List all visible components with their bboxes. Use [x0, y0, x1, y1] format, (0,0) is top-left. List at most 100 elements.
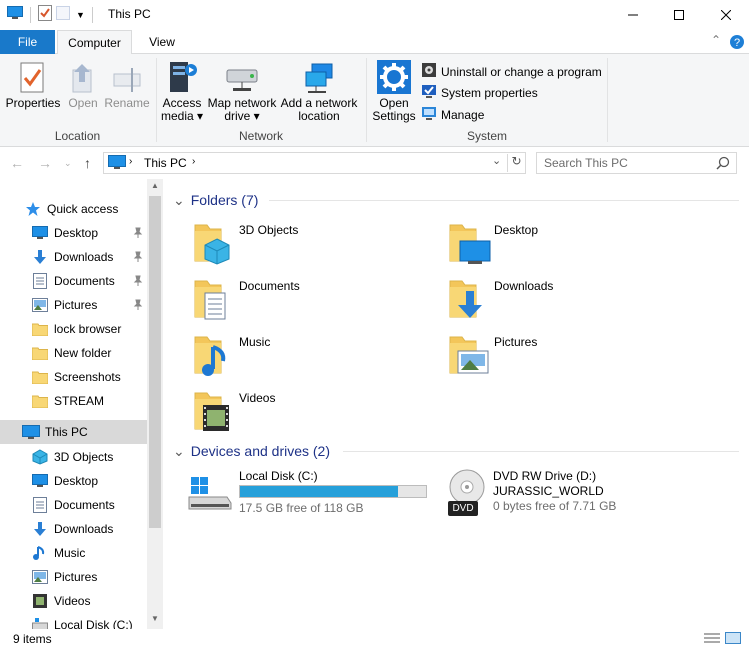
chevron-right-icon[interactable]: › — [192, 156, 195, 167]
dvd-badge: DVD — [448, 501, 478, 516]
nav-pc-downloads[interactable]: Downloads — [0, 517, 147, 541]
back-arrow-icon[interactable]: ← — [10, 155, 24, 171]
large-icons-view-icon[interactable] — [725, 632, 741, 647]
nav-item-label: Pictures — [54, 298, 98, 312]
nav-scrollbar[interactable]: ▲ ▼ — [147, 179, 163, 629]
nav-pc-3d-objects[interactable]: 3D Objects — [0, 445, 147, 469]
up-arrow-icon[interactable]: ↑ — [84, 155, 91, 171]
customize-toolbar-icon[interactable]: ▼ — [76, 10, 85, 20]
search-input[interactable]: Search This PC — [536, 152, 737, 174]
gear-icon — [377, 58, 411, 94]
recent-locations-icon[interactable]: ⌄ — [64, 158, 72, 169]
address-bar[interactable]: › This PC › ⌄ ↻ — [103, 152, 526, 174]
nav-pc-local-disk-c-[interactable]: Local Disk (C:) — [0, 613, 147, 629]
add-network-location-button[interactable]: Add a network location — [280, 58, 358, 123]
scroll-up-icon[interactable]: ▲ — [151, 181, 159, 190]
folder-desktop[interactable]: Desktop — [446, 217, 686, 269]
nav-pc-desktop[interactable]: Desktop — [0, 469, 147, 493]
help-icon[interactable]: ? — [729, 34, 745, 53]
properties-button[interactable]: Properties — [4, 58, 62, 110]
folders-section-header[interactable]: ⌄ Folders (7) — [173, 190, 258, 210]
maximize-button[interactable] — [656, 0, 702, 30]
chevron-up-icon[interactable]: ⌃ — [711, 33, 721, 47]
tab-file[interactable]: File — [0, 30, 55, 54]
folder-3d-objects[interactable]: 3D Objects — [191, 217, 431, 269]
folder-documents[interactable]: Documents — [191, 273, 431, 325]
documents-icon — [31, 497, 49, 513]
drives-section-header[interactable]: ⌄ Devices and drives (2) — [173, 441, 330, 461]
desktop-folder-icon — [446, 217, 494, 265]
music-folder-icon — [191, 329, 239, 377]
pictures-icon — [31, 298, 49, 312]
nav-pc-videos[interactable]: Videos — [0, 589, 147, 613]
pin-icon[interactable] — [133, 251, 143, 266]
close-button[interactable] — [703, 0, 749, 30]
new-folder-icon[interactable] — [56, 6, 72, 23]
documents-folder-icon — [191, 273, 239, 321]
nav-quick-screenshots[interactable]: Screenshots — [0, 365, 147, 389]
computer-icon[interactable] — [7, 6, 23, 23]
tab-computer[interactable]: Computer — [57, 30, 132, 55]
refresh-icon[interactable]: ↻ — [507, 154, 525, 172]
drive-c-free-space: 17.5 GB free of 118 GB — [239, 501, 364, 515]
folder-label: Videos — [239, 391, 276, 405]
access-media-button[interactable]: Access media ▾ — [159, 58, 205, 123]
system-properties-button[interactable]: System properties — [421, 83, 538, 102]
nav-quick-access[interactable]: Quick access — [0, 197, 147, 221]
folder-pictures[interactable]: Pictures — [446, 329, 686, 381]
nav-quick-lock-browser[interactable]: lock browser — [0, 317, 147, 341]
desktop-icon — [31, 226, 49, 240]
map-network-drive-button[interactable]: Map network drive ▾ — [206, 58, 278, 123]
pin-icon[interactable] — [133, 275, 143, 290]
rename-button[interactable]: Rename — [104, 58, 150, 110]
nav-item-label: Downloads — [54, 522, 114, 536]
videos-icon — [31, 593, 49, 609]
nav-this-pc[interactable]: This PC — [0, 420, 147, 444]
nav-quick-desktop[interactable]: Desktop — [0, 221, 147, 245]
details-view-icon[interactable] — [704, 632, 720, 647]
nav-item-label: Local Disk (C:) — [54, 618, 133, 629]
drive-dvd-d[interactable]: DVD DVD RW Drive (D:) JURASSIC_WORLD 0 b… — [445, 467, 695, 527]
breadcrumb-this-pc[interactable]: This PC — [144, 156, 187, 170]
pin-icon[interactable] — [133, 299, 143, 314]
scroll-thumb[interactable] — [149, 196, 161, 528]
nav-pc-pictures[interactable]: Pictures — [0, 565, 147, 589]
nav-quick-documents[interactable]: Documents — [0, 269, 147, 293]
forward-arrow-icon[interactable]: → — [38, 155, 52, 171]
nav-item-label: Music — [54, 546, 86, 560]
scroll-down-icon[interactable]: ▼ — [151, 614, 159, 623]
manage-button[interactable]: Manage — [421, 105, 484, 124]
tab-view[interactable]: View — [138, 30, 186, 54]
navigation-pane: Quick access Desktop Downloads Documents Pi… — [0, 179, 163, 629]
uninstall-program-button[interactable]: Uninstall or change a program — [421, 62, 602, 81]
nav-item-label: Screenshots — [54, 370, 121, 384]
pin-icon[interactable] — [133, 227, 143, 242]
address-dropdown-icon[interactable]: ⌄ — [492, 154, 501, 167]
network-group-label: Network — [238, 129, 283, 143]
folder-music[interactable]: Music — [191, 329, 431, 381]
drive-local-disk-c[interactable]: Local Disk (C:) 17.5 GB free of 118 GB — [187, 467, 437, 527]
chevron-down-icon: ⌄ — [173, 191, 185, 208]
open-settings-button[interactable]: Open Settings — [369, 58, 419, 123]
nav-quick-downloads[interactable]: Downloads — [0, 245, 147, 269]
nav-pc-documents[interactable]: Documents — [0, 493, 147, 517]
system-properties-icon — [421, 83, 437, 102]
minimize-button[interactable] — [610, 0, 656, 30]
folder-label: Desktop — [494, 223, 539, 237]
nav-quick-new-folder[interactable]: New folder — [0, 341, 147, 365]
rename-icon — [112, 58, 142, 94]
folder-videos[interactable]: Videos — [191, 385, 431, 437]
open-button[interactable]: Open — [64, 58, 102, 110]
nav-pc-music[interactable]: Music — [0, 541, 147, 565]
nav-item-label: New folder — [54, 346, 112, 360]
this-pc-icon — [108, 155, 126, 173]
nav-item-label: Downloads — [54, 250, 114, 264]
properties-check-icon[interactable] — [38, 5, 52, 24]
downloads-folder-icon — [446, 273, 494, 321]
nav-quick-stream[interactable]: STREAM — [0, 389, 147, 413]
chevron-right-icon[interactable]: › — [129, 156, 132, 167]
nav-quick-pictures[interactable]: Pictures — [0, 293, 147, 317]
folder-downloads[interactable]: Downloads — [446, 273, 686, 325]
status-bar: 9 items — [0, 629, 749, 648]
drive-d-free-space: 0 bytes free of 7.71 GB — [493, 499, 617, 513]
